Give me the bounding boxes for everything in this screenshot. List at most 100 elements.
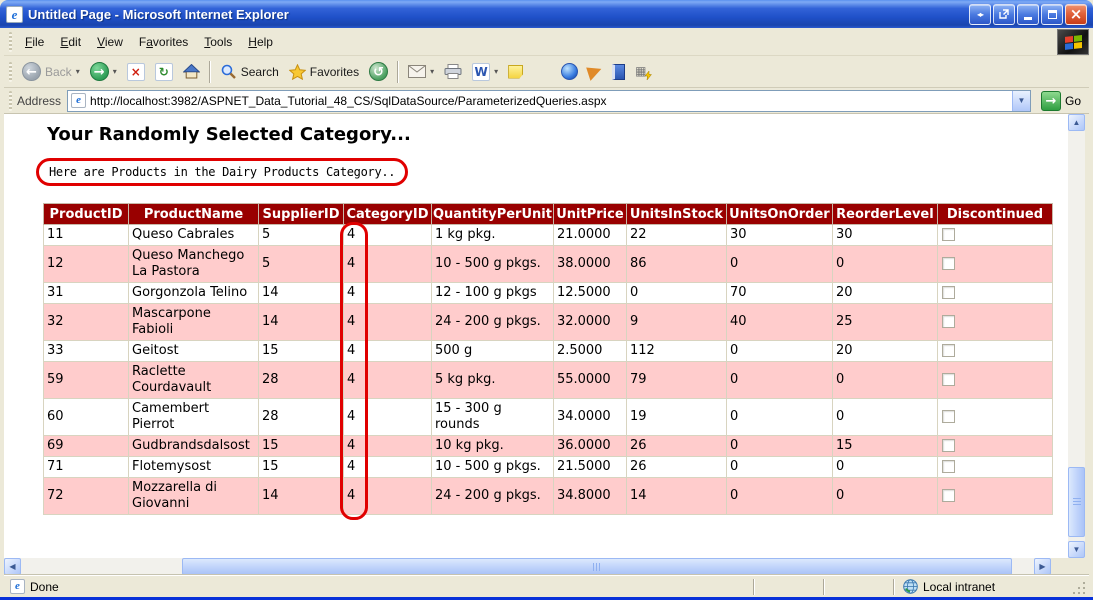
cell-reorderlevel: 15: [832, 436, 937, 457]
discuss-button[interactable]: [503, 62, 528, 82]
cell-productid: 11: [44, 225, 129, 246]
cell-supplierid: 15: [259, 341, 344, 362]
menu-help[interactable]: Help: [240, 31, 281, 53]
toolbar-grip[interactable]: [9, 32, 12, 52]
discuss-note-icon: [508, 65, 523, 79]
windows-logo-throbber: [1057, 29, 1089, 55]
cell-productname: Flotemysost: [129, 457, 259, 478]
cell-supplierid: 5: [259, 225, 344, 246]
column-header-discontinued: Discontinued: [937, 204, 1052, 225]
scroll-right-button[interactable]: ▶: [1034, 558, 1051, 575]
discontinued-checkbox: [942, 286, 955, 299]
cell-unitsonorder: 0: [726, 436, 832, 457]
page-content: Your Randomly Selected Category... Here …: [4, 114, 1072, 558]
refresh-button[interactable]: ↻: [150, 60, 178, 84]
column-header-quantityperunit: QuantityPerUnit: [432, 204, 554, 225]
forward-dropdown-chevron-icon[interactable]: ▾: [113, 67, 117, 76]
cell-unitsinstock: 79: [626, 362, 726, 399]
vertical-scroll-thumb[interactable]: [1068, 467, 1085, 537]
discontinued-checkbox: [942, 373, 955, 386]
cell-unitsonorder: 0: [726, 478, 832, 515]
address-label: Address: [17, 94, 61, 108]
mobile-favorites-button[interactable]: ▦: [630, 61, 655, 82]
cell-unitprice: 2.5000: [553, 341, 626, 362]
left-right-arrows-button[interactable]: ◂▸: [969, 4, 991, 25]
cell-reorderlevel: 0: [832, 246, 937, 283]
back-dropdown-chevron-icon[interactable]: ▾: [76, 67, 80, 76]
cell-unitprice: 55.0000: [553, 362, 626, 399]
cell-reorderlevel: 20: [832, 283, 937, 304]
menu-tools[interactable]: Tools: [196, 31, 240, 53]
toolbar-grip[interactable]: [9, 62, 12, 82]
search-button[interactable]: Search: [215, 60, 284, 83]
scroll-down-button[interactable]: ▼: [1068, 541, 1085, 558]
favorites-button[interactable]: Favorites: [284, 61, 364, 83]
menu-favorites[interactable]: Favorites: [131, 31, 196, 53]
toolbar-separator: [209, 61, 211, 83]
cell-productname: Gorgonzola Telino: [129, 283, 259, 304]
products-header-row: ProductIDProductNameSupplierIDCategoryID…: [44, 204, 1053, 225]
resize-grip[interactable]: [1073, 582, 1087, 596]
menu-file[interactable]: File: [17, 31, 52, 53]
cell-productname: Queso Cabrales: [129, 225, 259, 246]
cell-supplierid: 14: [259, 283, 344, 304]
menu-view[interactable]: View: [89, 31, 131, 53]
cell-productid: 59: [44, 362, 129, 399]
address-combobox: e ▼: [67, 90, 1031, 112]
back-button[interactable]: ← Back ▾: [17, 59, 85, 84]
home-button[interactable]: [178, 61, 205, 82]
cell-productid: 60: [44, 399, 129, 436]
history-button[interactable]: ↺: [364, 59, 393, 84]
address-input[interactable]: [90, 94, 1012, 108]
go-label: Go: [1065, 94, 1081, 108]
forward-button[interactable]: → ▾: [85, 59, 122, 84]
messenger-button[interactable]: [556, 60, 583, 83]
cell-discontinued: [937, 341, 1052, 362]
menu-edit[interactable]: Edit: [52, 31, 89, 53]
cell-quantityperunit: 24 - 200 g pkgs.: [432, 304, 554, 341]
toolbar-grip[interactable]: [9, 91, 12, 111]
edit-with-word-button[interactable]: W ▾: [467, 60, 503, 84]
cell-unitsinstock: 26: [626, 436, 726, 457]
table-row: 33Geitost154500 g2.5000112020: [44, 341, 1053, 362]
cell-quantityperunit: 15 - 300 g rounds: [432, 399, 554, 436]
popout-window-button[interactable]: [993, 4, 1015, 25]
discontinued-checkbox: [942, 228, 955, 241]
favorites-label: Favorites: [310, 65, 359, 79]
cell-unitsinstock: 22: [626, 225, 726, 246]
print-button[interactable]: [439, 61, 467, 82]
table-row: 71Flotemysost15410 - 500 g pkgs.21.50002…: [44, 457, 1053, 478]
column-header-supplierid: SupplierID: [259, 204, 344, 225]
column-header-unitsonorder: UnitsOnOrder: [726, 204, 832, 225]
cell-unitsinstock: 26: [626, 457, 726, 478]
close-button[interactable]: ×: [1065, 4, 1087, 25]
cell-discontinued: [937, 399, 1052, 436]
minimize-button[interactable]: [1017, 4, 1039, 25]
cell-quantityperunit: 1 kg pkg.: [432, 225, 554, 246]
go-button[interactable]: → Go: [1031, 91, 1089, 111]
cell-supplierid: 14: [259, 304, 344, 341]
column-header-reorderlevel: ReorderLevel: [832, 204, 937, 225]
vertical-scrollbar[interactable]: ▲ ▼: [1068, 114, 1085, 558]
aim-button[interactable]: [583, 62, 607, 82]
cell-unitsinstock: 9: [626, 304, 726, 341]
cell-unitsonorder: 0: [726, 246, 832, 283]
mail-dropdown-chevron-icon[interactable]: ▾: [430, 67, 434, 76]
research-button[interactable]: [607, 61, 630, 83]
horizontal-scroll-thumb[interactable]: [182, 558, 1012, 575]
cell-discontinued: [937, 362, 1052, 399]
stop-button[interactable]: ×: [122, 60, 150, 84]
word-dropdown-chevron-icon[interactable]: ▾: [494, 67, 498, 76]
cell-productid: 31: [44, 283, 129, 304]
cell-unitsinstock: 112: [626, 341, 726, 362]
mail-button[interactable]: ▾: [403, 62, 439, 81]
maximize-button[interactable]: [1041, 4, 1063, 25]
scroll-up-button[interactable]: ▲: [1068, 114, 1085, 131]
cell-unitsonorder: 0: [726, 457, 832, 478]
horizontal-scrollbar[interactable]: ◀ ▶: [4, 558, 1051, 575]
cell-productname: Gudbrandsdalsost: [129, 436, 259, 457]
cell-discontinued: [937, 225, 1052, 246]
scroll-left-button[interactable]: ◀: [4, 558, 21, 575]
cell-reorderlevel: 0: [832, 478, 937, 515]
address-dropdown-button[interactable]: ▼: [1012, 91, 1030, 111]
